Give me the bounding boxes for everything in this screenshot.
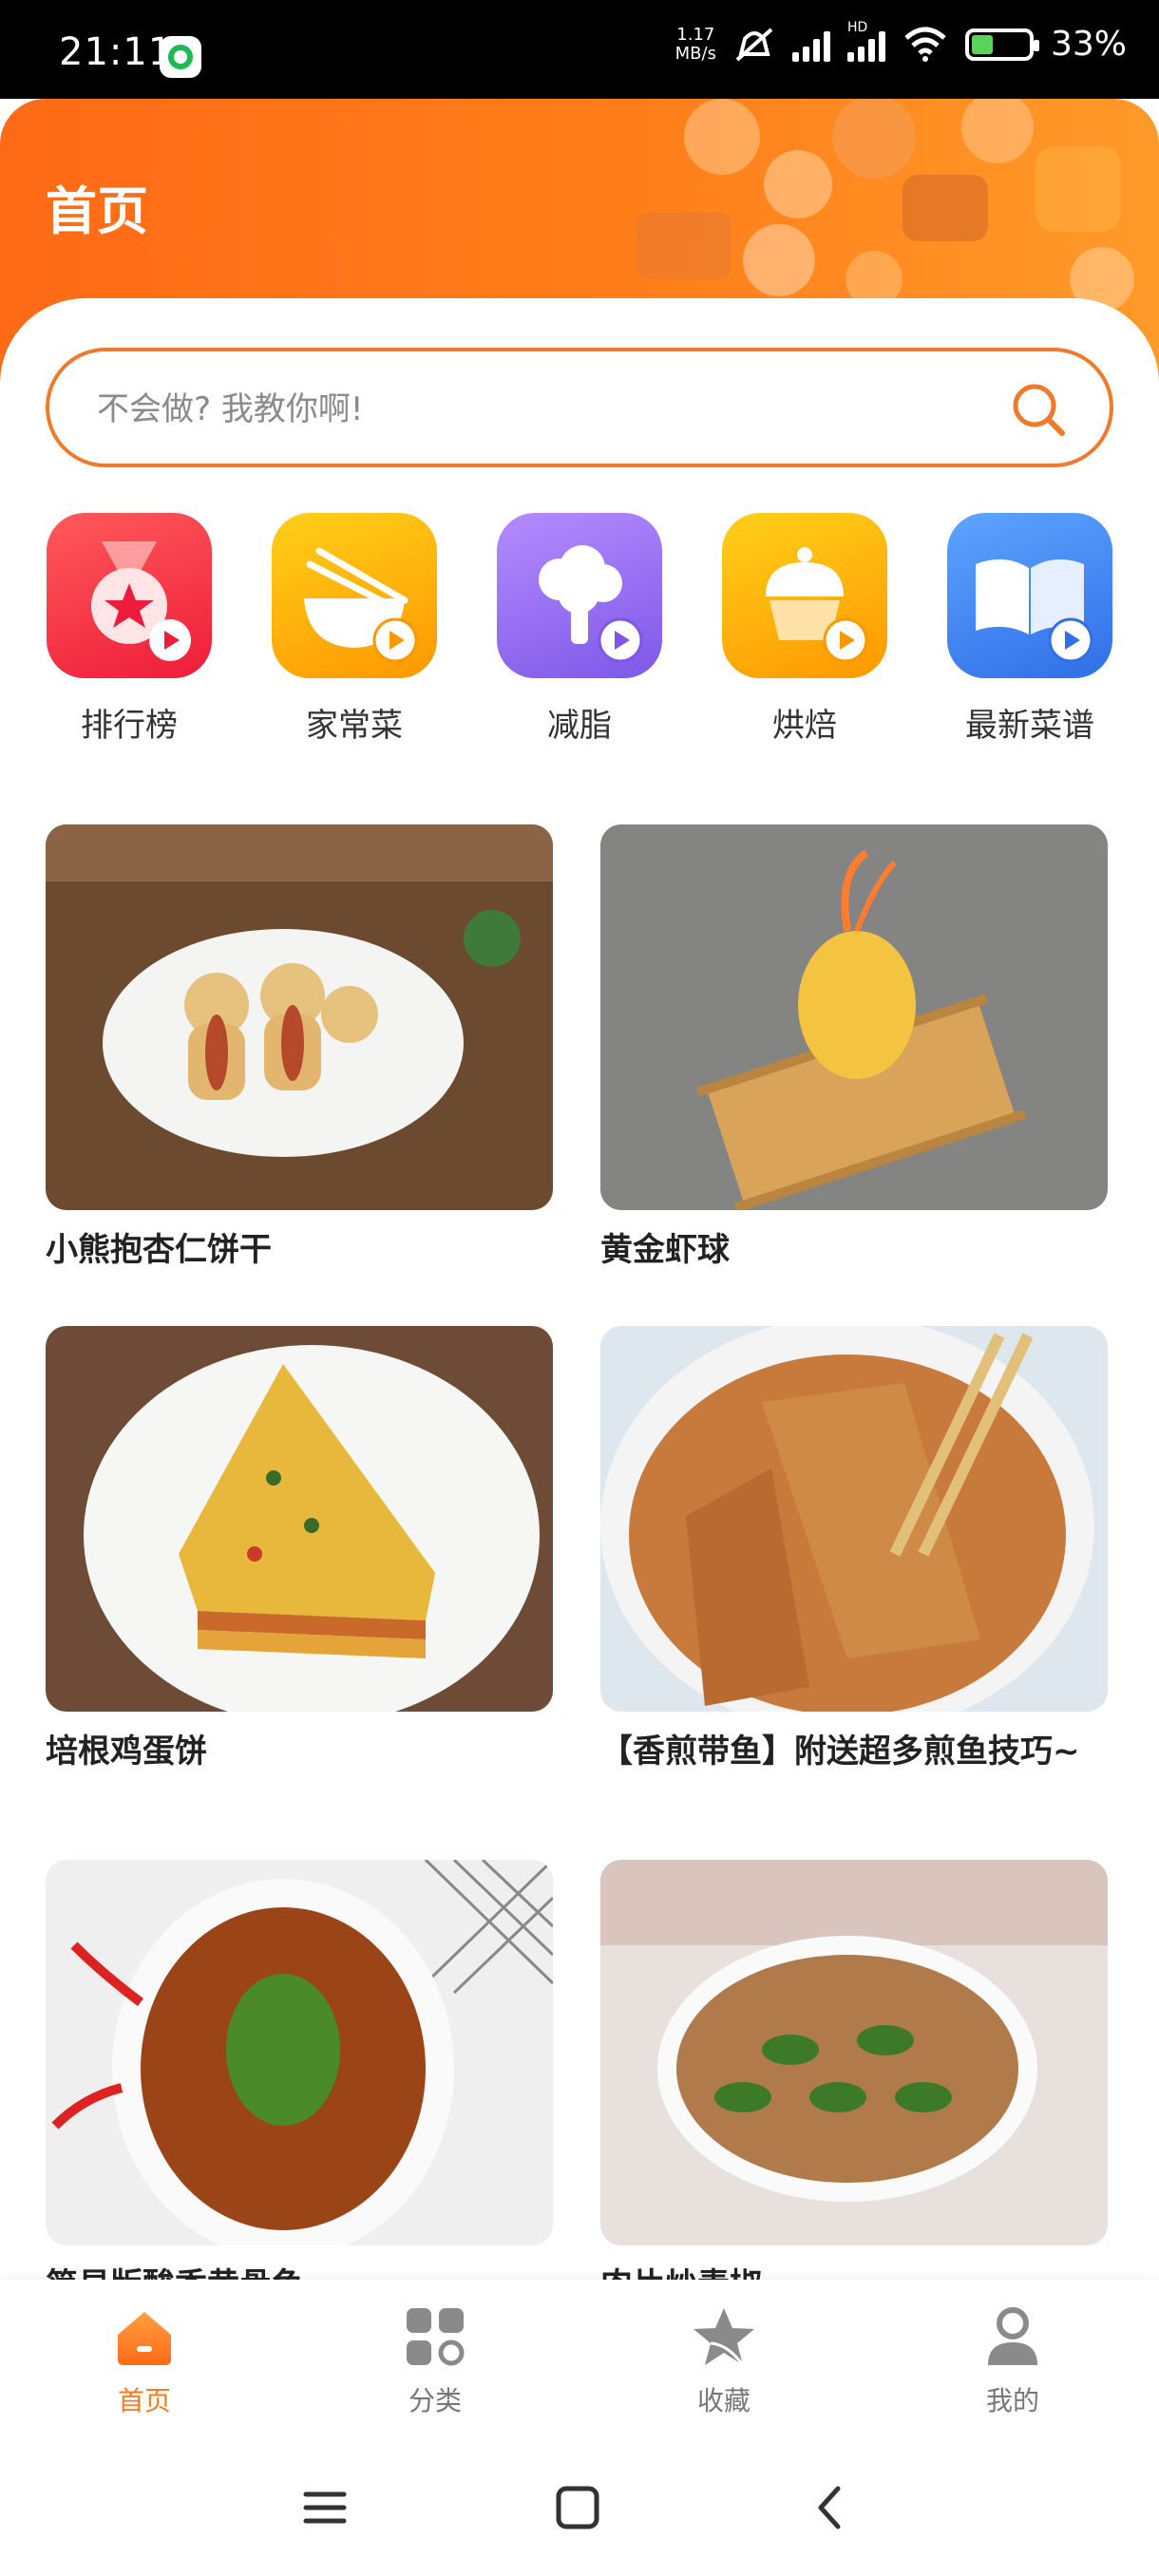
- app-notification-icon: [160, 36, 201, 78]
- recipe-image[interactable]: [600, 1326, 1108, 1712]
- category-grid-icon: [407, 2308, 465, 2366]
- nav-label: 首页: [117, 2385, 171, 2416]
- category-ranking[interactable]: 排行榜: [46, 513, 213, 746]
- status-indicators: 1.17 MB/s HD 33%: [674, 20, 1127, 65]
- wifi-icon: [904, 27, 946, 62]
- status-bar: 21:11 1.17 MB/s HD 33%: [0, 0, 1159, 99]
- search-icon[interactable]: [1009, 380, 1068, 439]
- recipe-card[interactable]: 【香煎带鱼】附送超多煎鱼技巧~: [600, 1326, 1108, 1771]
- bottom-nav: 首页 分类 收藏 我的: [0, 2280, 1159, 2441]
- nav-label: 分类: [408, 2385, 462, 2416]
- nav-label: 我的: [985, 2385, 1039, 2416]
- network-speed: 1.17 MB/s: [674, 24, 716, 64]
- category-label: 家常菜: [306, 707, 403, 745]
- status-time: 21:11: [59, 30, 174, 74]
- battery-percent: 33%: [1050, 25, 1127, 64]
- search-bar[interactable]: [46, 348, 1113, 467]
- recipe-image[interactable]: [600, 1860, 1108, 2245]
- category-new-recipes[interactable]: 最新菜谱: [946, 513, 1113, 746]
- recipe-title: 培根鸡蛋饼: [46, 1733, 207, 1771]
- recipe-card[interactable]: 小熊抱杏仁饼干: [46, 824, 553, 1270]
- category-home-cooking[interactable]: 家常菜: [271, 513, 438, 746]
- nav-label: 收藏: [696, 2385, 750, 2416]
- category-label: 烘焙: [772, 707, 837, 745]
- recipe-title: 【香煎带鱼】附送超多煎鱼技巧~: [600, 1733, 1080, 1771]
- recipe-title: 黄金虾球: [600, 1231, 730, 1269]
- recipe-image[interactable]: [600, 824, 1108, 1210]
- new-recipe-book-icon: [947, 513, 1112, 678]
- profile-icon: [988, 2307, 1037, 2365]
- recipe-image[interactable]: [46, 824, 553, 1210]
- page-title: 首页: [46, 181, 148, 241]
- baking-cupcake-icon: [722, 513, 887, 678]
- nav-category[interactable]: 分类: [350, 2302, 521, 2418]
- system-navigation-bar: [0, 2441, 1159, 2576]
- recipe-card[interactable]: 黄金虾球: [600, 824, 1108, 1270]
- recipe-card[interactable]: 培根鸡蛋饼: [46, 1326, 553, 1771]
- nav-favorites[interactable]: 收藏: [638, 2302, 809, 2418]
- food-banner-image: [636, 99, 1134, 312]
- category-shortcuts: 排行榜 家常菜 减脂 烘焙 最新菜谱: [46, 513, 1113, 760]
- ranking-medal-icon: [47, 513, 212, 678]
- battery-icon: [964, 28, 1039, 61]
- category-label: 排行榜: [81, 707, 178, 745]
- category-label: 减脂: [547, 707, 612, 745]
- category-baking[interactable]: 烘焙: [721, 513, 888, 746]
- home-square-icon[interactable]: [549, 2479, 606, 2536]
- menu-icon[interactable]: [296, 2479, 353, 2536]
- category-fat-loss[interactable]: 减脂: [496, 513, 663, 746]
- mute-icon: [735, 28, 773, 61]
- recipe-title: 小熊抱杏仁饼干: [46, 1231, 272, 1269]
- search-input[interactable]: [97, 386, 952, 433]
- nav-home[interactable]: 首页: [59, 2302, 230, 2418]
- recipe-card[interactable]: 肉片炒青椒: [600, 1860, 1108, 2305]
- home-icon: [118, 2312, 171, 2365]
- back-icon[interactable]: [802, 2479, 859, 2536]
- recipe-card[interactable]: 简易版酸香黄骨鱼: [46, 1860, 553, 2305]
- category-label: 最新菜谱: [965, 707, 1094, 745]
- fat-loss-broccoli-icon: [497, 513, 662, 678]
- home-cooking-bowl-icon: [272, 513, 437, 678]
- hd-signal-icon: HD: [846, 20, 885, 62]
- favorite-star-icon: [694, 2308, 754, 2366]
- recipe-image[interactable]: [46, 1326, 553, 1712]
- nav-profile[interactable]: 我的: [927, 2302, 1098, 2418]
- recipe-image[interactable]: [46, 1860, 553, 2245]
- signal-strength-icon: [791, 28, 830, 62]
